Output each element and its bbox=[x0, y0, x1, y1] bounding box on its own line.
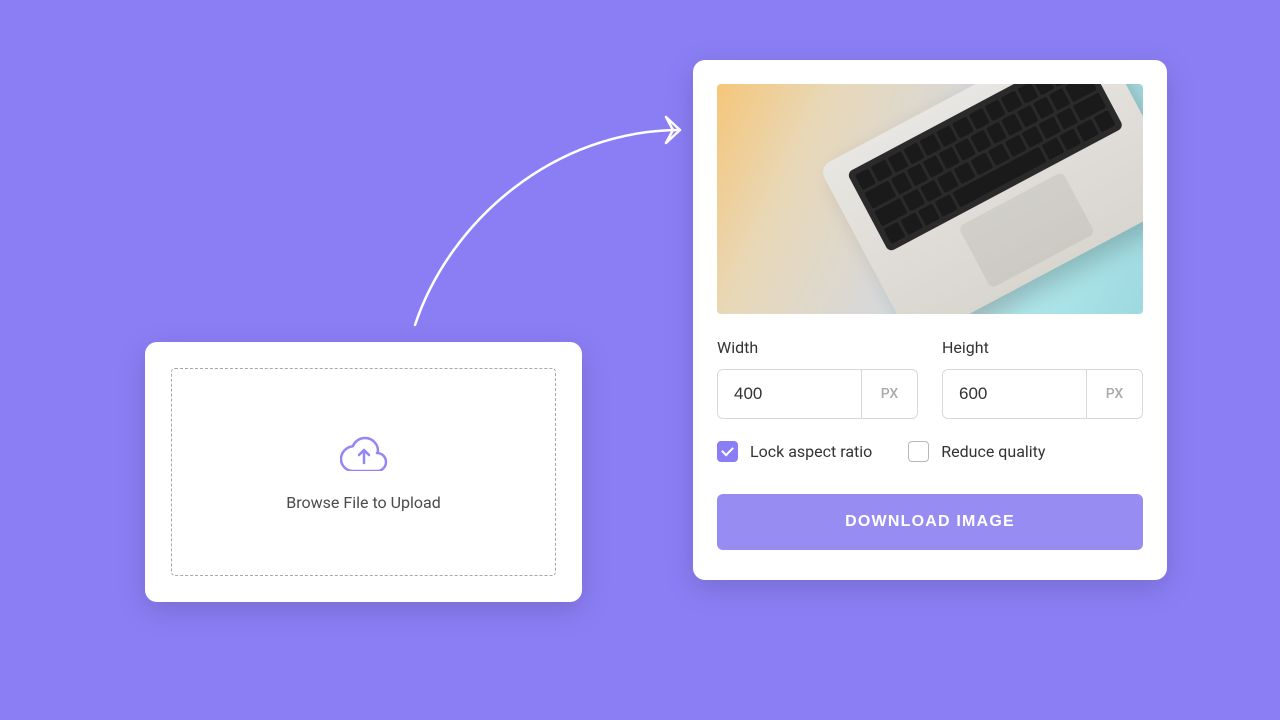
upload-prompt: Browse File to Upload bbox=[286, 493, 440, 512]
download-button[interactable]: DOWNLOAD IMAGE bbox=[717, 494, 1143, 550]
reduce-quality-option[interactable]: Reduce quality bbox=[908, 441, 1045, 462]
options-section: Lock aspect ratio Reduce quality bbox=[717, 441, 1143, 462]
height-label: Height bbox=[942, 338, 1143, 357]
lock-aspect-checkbox[interactable] bbox=[717, 441, 738, 462]
width-input[interactable] bbox=[718, 370, 861, 418]
height-input[interactable] bbox=[943, 370, 1086, 418]
height-input-wrap: PX bbox=[942, 369, 1143, 419]
cloud-upload-icon bbox=[340, 433, 388, 475]
upload-card: Browse File to Upload bbox=[145, 342, 582, 602]
width-unit: PX bbox=[861, 370, 917, 418]
upload-dropzone[interactable]: Browse File to Upload bbox=[171, 368, 556, 576]
width-input-wrap: PX bbox=[717, 369, 918, 419]
reduce-quality-checkbox[interactable] bbox=[908, 441, 929, 462]
dimensions-section: Width PX Height PX bbox=[717, 338, 1143, 419]
arrow-decoration bbox=[380, 100, 720, 340]
width-label: Width bbox=[717, 338, 918, 357]
preview-content bbox=[764, 84, 1143, 314]
lock-aspect-label: Lock aspect ratio bbox=[750, 442, 872, 461]
reduce-quality-label: Reduce quality bbox=[941, 442, 1045, 461]
editor-card: Width PX Height PX Lock aspect ratio Red… bbox=[693, 60, 1167, 580]
image-preview bbox=[717, 84, 1143, 314]
height-unit: PX bbox=[1086, 370, 1142, 418]
height-group: Height PX bbox=[942, 338, 1143, 419]
lock-aspect-option[interactable]: Lock aspect ratio bbox=[717, 441, 872, 462]
width-group: Width PX bbox=[717, 338, 918, 419]
